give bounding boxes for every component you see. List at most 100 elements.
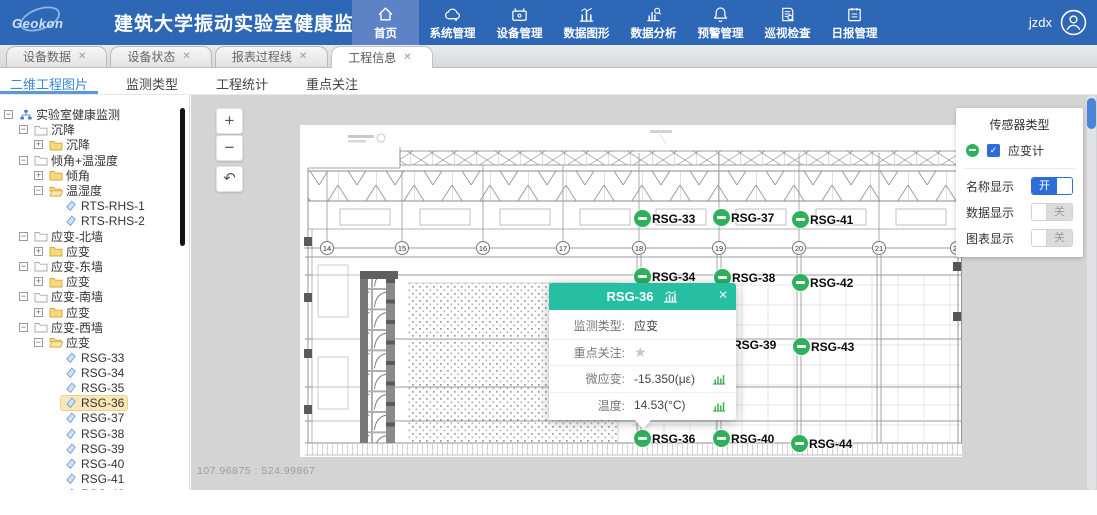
tree-expand-icon[interactable]: +	[34, 140, 43, 149]
tree-node: RSG-41	[61, 472, 127, 486]
tree-item[interactable]: RSG-40	[0, 456, 189, 471]
subtab[interactable]: 工程统计	[206, 68, 278, 94]
tree-item[interactable]: +应变	[0, 244, 189, 259]
favorite-star-icon[interactable]: ★	[634, 344, 726, 361]
tree-item[interactable]: −应变	[0, 335, 189, 350]
zoom-out-button[interactable]: −	[216, 135, 243, 161]
tree-node: RSG-39	[61, 442, 127, 456]
nav-item[interactable]: 首页	[352, 0, 419, 45]
close-icon[interactable]: ✕	[718, 289, 728, 301]
row-chart-icon[interactable]	[712, 399, 726, 412]
tree-item[interactable]: −沉降	[0, 122, 189, 137]
window-tab[interactable]: 工程信息✕	[331, 46, 432, 68]
tree-collapse-icon[interactable]: −	[19, 292, 28, 301]
tab-bar: 设备数据✕设备状态✕报表过程线✕工程信息✕	[0, 45, 1097, 68]
tree-item[interactable]: −应变-南墙	[0, 289, 189, 304]
tree-item[interactable]: +应变	[0, 274, 189, 289]
sensor-marker-dot[interactable]	[791, 435, 808, 452]
map-scrollbar-thumb[interactable]	[1087, 98, 1096, 129]
tab-close-icon[interactable]: ✕	[78, 52, 86, 62]
grid-axis-bubble: 17	[556, 241, 570, 255]
popup-row-label: 监测类型:	[559, 317, 625, 334]
zoom-in-button[interactable]: +	[216, 108, 243, 134]
tab-close-icon[interactable]: ✕	[403, 53, 411, 63]
nav-item[interactable]: 日报管理	[821, 0, 888, 45]
tree-item[interactable]: +沉降	[0, 137, 189, 152]
tree-collapse-icon[interactable]: −	[19, 232, 28, 241]
tree-item[interactable]: RTS-RHS-2	[0, 213, 189, 228]
nav-item[interactable]: 数据图形	[553, 0, 620, 45]
tree-collapse-icon[interactable]: −	[19, 262, 28, 271]
window-tab[interactable]: 报表过程线✕	[215, 46, 328, 67]
popup-row-label: 重点关注:	[559, 344, 625, 361]
tree-collapse-icon[interactable]: −	[34, 186, 43, 195]
subtab[interactable]: 二维工程图片	[0, 68, 98, 94]
toggle-switch-off[interactable]: 关	[1031, 203, 1073, 221]
sensor-marker-dot[interactable]	[792, 211, 809, 228]
sensor-marker-dot[interactable]	[713, 209, 730, 226]
sensor-marker[interactable]: RSG-33	[634, 210, 695, 227]
tree-node: RSG-35	[61, 381, 127, 395]
nav-item[interactable]: 系统管理	[419, 0, 486, 45]
sensor-marker[interactable]: RSG-42	[792, 274, 853, 291]
tree-item[interactable]: RTS-RHS-1	[0, 198, 189, 213]
window-tab[interactable]: 设备状态✕	[110, 46, 211, 67]
nav-item[interactable]: 预警管理	[687, 0, 754, 45]
toggle-switch-on[interactable]: 开	[1031, 177, 1073, 195]
tab-close-icon[interactable]: ✕	[182, 52, 190, 62]
tree-expand-icon[interactable]: +	[34, 277, 43, 286]
tree-item[interactable]: RSG-39	[0, 441, 189, 456]
tree-item[interactable]: RSG-35	[0, 380, 189, 395]
tree-item[interactable]: −应变-西墙	[0, 320, 189, 335]
sensor-marker[interactable]: RSG-41	[792, 211, 853, 228]
sensor-marker[interactable]: RSG-43	[793, 338, 854, 355]
tree-item[interactable]: −温湿度	[0, 183, 189, 198]
tree-item[interactable]: RSG-36	[0, 396, 189, 411]
tree-item[interactable]: RSG-33	[0, 350, 189, 365]
nav-item[interactable]: 设备管理	[486, 0, 553, 45]
subtab[interactable]: 重点关注	[296, 68, 368, 94]
sensor-marker-dot[interactable]	[793, 338, 810, 355]
tree-collapse-icon[interactable]: −	[34, 338, 43, 347]
tree-collapse-icon[interactable]: −	[19, 156, 28, 165]
tree-item[interactable]: +应变	[0, 304, 189, 319]
tree-item[interactable]: RSG-37	[0, 411, 189, 426]
undo-button[interactable]: ↶	[216, 166, 243, 192]
subtab[interactable]: 监测类型	[116, 68, 188, 94]
sensor-marker-dot[interactable]	[634, 430, 651, 447]
popup-chart-icon[interactable]	[663, 290, 678, 303]
tree-expand-icon[interactable]: +	[34, 247, 43, 256]
sensor-marker[interactable]: RSG-36	[634, 430, 695, 447]
tree-item[interactable]: −应变-北墙	[0, 229, 189, 244]
sensor-type-checkbox[interactable]: ✓	[987, 144, 1000, 157]
window-tab[interactable]: 设备数据✕	[6, 46, 107, 67]
tree-collapse-icon[interactable]: −	[19, 323, 28, 332]
tree-collapse-icon[interactable]: −	[4, 110, 13, 119]
tab-close-icon[interactable]: ✕	[299, 52, 307, 62]
collapse-minus-icon[interactable]	[966, 144, 979, 157]
toggle-switch-off[interactable]: 关	[1031, 229, 1073, 247]
nav-item[interactable]: 巡视检查	[754, 0, 821, 45]
tree-item[interactable]: RSG-34	[0, 365, 189, 380]
tree-item[interactable]: −应变-东墙	[0, 259, 189, 274]
row-chart-icon[interactable]	[712, 372, 726, 385]
tree-item[interactable]: RSG-38	[0, 426, 189, 441]
tree-item-label: RSG-40	[81, 457, 124, 471]
sensor-marker-dot[interactable]	[792, 274, 809, 291]
tree-collapse-icon[interactable]: −	[19, 125, 28, 134]
nav-item[interactable]: 数据分析	[620, 0, 687, 45]
tree-item[interactable]: −倾角+温湿度	[0, 153, 189, 168]
tree-item[interactable]: RSG-41	[0, 472, 189, 487]
user-avatar-icon[interactable]	[1060, 9, 1087, 36]
sensor-marker[interactable]: RSG-44	[791, 435, 852, 452]
sidebar-scrollbar[interactable]	[180, 108, 185, 246]
map-scrollbar-track[interactable]	[1087, 95, 1096, 490]
sensor-marker[interactable]: RSG-40	[713, 430, 774, 447]
sensor-marker[interactable]: RSG-37	[713, 209, 774, 226]
sensor-marker-dot[interactable]	[713, 430, 730, 447]
tree-expand-icon[interactable]: +	[34, 308, 43, 317]
tree-expand-icon[interactable]: +	[34, 171, 43, 180]
sensor-marker-dot[interactable]	[634, 210, 651, 227]
tree-item[interactable]: −实验室健康监测	[0, 107, 189, 122]
tree-item[interactable]: +倾角	[0, 168, 189, 183]
